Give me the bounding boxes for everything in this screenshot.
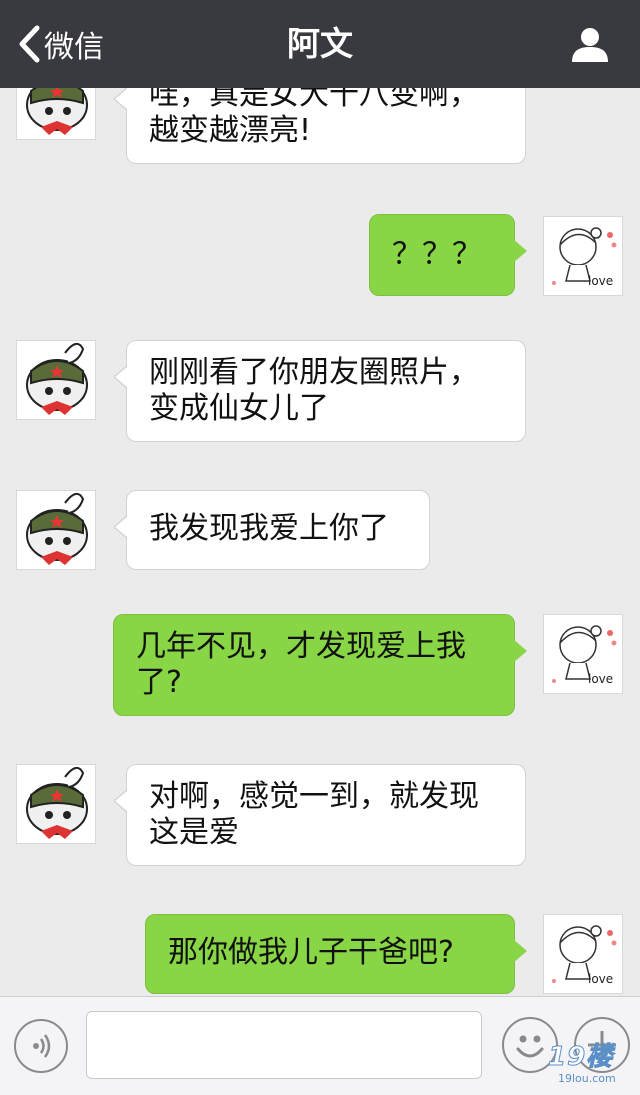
self-avatar[interactable]: love (543, 914, 623, 994)
input-bar (0, 996, 640, 1095)
message-bubble[interactable]: ？？？ (369, 214, 527, 296)
message-text-line: 了? (136, 665, 182, 700)
message-list[interactable]: 哇，真是女大十八变啊， 越变越漂亮! ？？？ love 刚刚看了你朋友圈照片， … (0, 88, 640, 996)
girl-love-avatar: love (552, 227, 617, 288)
self-avatar[interactable]: love (543, 614, 623, 694)
person-icon (572, 28, 608, 62)
avatar-caption: love (588, 672, 613, 686)
avatar-caption: love (588, 972, 613, 986)
message-outgoing: ？？？ love (0, 214, 640, 296)
voice-icon (33, 1034, 51, 1058)
rabbit-hat-avatar (26, 492, 88, 565)
message-text-line: 对啊，感觉一到，就发现 (149, 779, 479, 814)
message-text-line: ？？？ (392, 237, 482, 272)
message-incoming: 刚刚看了你朋友圈照片， 变成仙女儿了 (0, 340, 640, 450)
girl-love-avatar: love (552, 625, 617, 686)
title-bar: 微信 阿文 (0, 0, 640, 88)
plus-icon (588, 1031, 616, 1059)
self-avatar[interactable]: love (543, 216, 623, 296)
emoji-button[interactable] (502, 1017, 558, 1073)
contact-profile-button[interactable] (570, 24, 610, 64)
message-bubble[interactable]: 对啊，感觉一到，就发现 这是爱 (113, 764, 526, 866)
message-text-line: 哇，真是女大十八变啊， (149, 88, 479, 112)
rabbit-hat-avatar (26, 88, 88, 135)
message-bubble[interactable]: 哇，真是女大十八变啊， 越变越漂亮! (113, 88, 526, 164)
contact-avatar[interactable] (16, 764, 96, 844)
message-bubble[interactable]: 我发现我爱上你了 (113, 490, 430, 570)
message-incoming: 对啊，感觉一到，就发现 这是爱 (0, 764, 640, 872)
message-text-line: 刚刚看了你朋友圈照片， (149, 355, 479, 390)
girl-love-avatar: love (552, 925, 617, 986)
avatar-caption: love (588, 274, 613, 288)
message-text-line: 这是爱 (149, 815, 239, 850)
message-text-line: 几年不见，才发现爱上我 (136, 629, 466, 664)
message-bubble[interactable]: 几年不见，才发现爱上我 了? (113, 614, 527, 716)
message-input[interactable] (86, 1011, 482, 1079)
message-incoming: 我发现我爱上你了 (0, 490, 640, 572)
message-text-line: 我发现我爱上你了 (149, 511, 389, 546)
message-outgoing: 那你做我儿子干爸吧? love (0, 914, 640, 996)
rabbit-hat-avatar (26, 766, 88, 839)
contact-avatar[interactable] (16, 88, 96, 140)
message-text-line: 越变越漂亮! (149, 113, 312, 148)
smiley-icon (516, 1035, 544, 1058)
more-button[interactable] (574, 1017, 630, 1073)
chat-title: 阿文 (287, 24, 353, 63)
message-text-line: 变成仙女儿了 (149, 391, 329, 426)
message-bubble[interactable]: 刚刚看了你朋友圈照片， 变成仙女儿了 (113, 340, 526, 442)
contact-avatar[interactable] (16, 340, 96, 420)
rabbit-hat-avatar (26, 342, 88, 415)
message-incoming: 哇，真是女大十八变啊， 越变越漂亮! (0, 88, 640, 172)
message-bubble[interactable]: 那你做我儿子干爸吧? (145, 914, 527, 994)
voice-button[interactable] (14, 1019, 68, 1073)
message-outgoing: 几年不见，才发现爱上我 了? love (0, 614, 640, 722)
message-text-line: 那你做我儿子干爸吧? (168, 935, 454, 970)
contact-avatar[interactable] (16, 490, 96, 570)
